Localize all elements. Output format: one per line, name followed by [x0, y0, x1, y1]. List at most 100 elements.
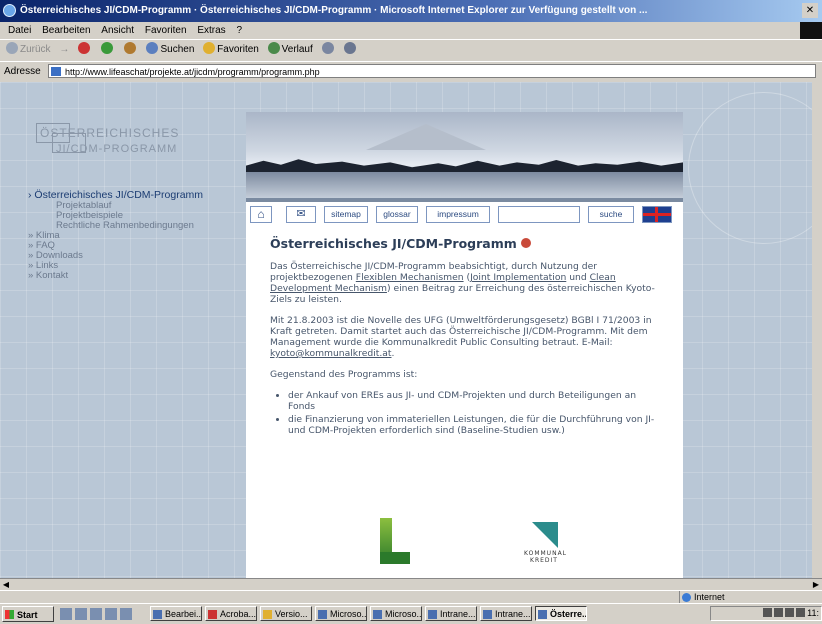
- stop-icon: [78, 42, 91, 54]
- quicklaunch-icon[interactable]: [75, 608, 87, 620]
- forward-button[interactable]: →: [59, 40, 69, 60]
- nav-item-klima[interactable]: » Klima: [28, 231, 248, 241]
- tray-icon[interactable]: [785, 608, 795, 617]
- uk-flag-icon[interactable]: [642, 206, 672, 223]
- vertical-scrollbar[interactable]: [812, 82, 822, 578]
- menu-item-favoriten[interactable]: Favoriten: [145, 25, 187, 36]
- favorites-star-icon: [203, 42, 216, 54]
- quicklaunch-icon[interactable]: [90, 608, 102, 620]
- address-label: Adresse: [4, 66, 41, 77]
- glossar-button[interactable]: glossar: [376, 206, 418, 223]
- start-button[interactable]: Start: [2, 606, 54, 622]
- site-logo[interactable]: ÖSTERREICHISCHES JI/CDM-PROGRAMM: [36, 119, 206, 165]
- refresh-icon: [100, 42, 113, 54]
- address-input[interactable]: http://www.lifeaschat/projekte.at/jicdm/…: [48, 64, 816, 78]
- nav-item-downloads[interactable]: » Downloads: [28, 251, 248, 261]
- stop-button[interactable]: [78, 40, 92, 60]
- ie-icon: [3, 4, 16, 17]
- list-item: die Finanzierung von immateriellen Leist…: [288, 414, 662, 436]
- task-microsoft-2[interactable]: Microso...: [370, 606, 422, 621]
- address-url: http://www.lifeaschat/projekte.at/jicdm/…: [65, 67, 320, 77]
- app-icon: [483, 610, 492, 619]
- back-button[interactable]: Zurück: [6, 40, 51, 60]
- quicklaunch-icon[interactable]: [120, 608, 132, 620]
- quicklaunch-icon[interactable]: [105, 608, 117, 620]
- address-bar: Adresse http://www.lifeaschat/projekte.a…: [0, 61, 822, 82]
- nav-item-programm[interactable]: › Österreichisches JI/CDM-Programm: [28, 190, 248, 201]
- print-icon: [344, 42, 357, 54]
- favorites-button[interactable]: Favoriten: [203, 40, 259, 60]
- background-decoration: [688, 92, 812, 244]
- window-titlebar: Österreichisches JI/CDM-Programm · Öster…: [0, 0, 822, 22]
- print-button[interactable]: [344, 40, 358, 60]
- quicklaunch-icon[interactable]: [60, 608, 72, 620]
- history-button[interactable]: Verlauf: [267, 40, 313, 60]
- search-icon: [146, 42, 159, 54]
- nav-item-rahmenbedingungen[interactable]: Rechtliche Rahmenbedingungen: [28, 221, 248, 231]
- menu-item-datei[interactable]: Datei: [8, 25, 31, 36]
- app-icon: [538, 610, 547, 619]
- banner-image: [246, 112, 683, 198]
- task-intranet-2[interactable]: Intrane...: [480, 606, 532, 621]
- mail-icon[interactable]: ✉: [286, 206, 316, 223]
- history-icon: [267, 42, 280, 54]
- home-icon: [123, 42, 136, 54]
- subject-paragraph: Gegenstand des Programms ist:: [270, 369, 418, 380]
- home-button[interactable]: [123, 40, 138, 60]
- app-icon: [153, 610, 162, 619]
- status-bar: Internet: [0, 590, 822, 604]
- menu-bar: Datei Bearbeiten Ansicht Favoriten Extra…: [0, 22, 822, 39]
- task-microsoft-1[interactable]: Microso...: [315, 606, 367, 621]
- logo-line-1: ÖSTERREICHISCHES: [40, 126, 180, 140]
- menu-item-extras[interactable]: Extras: [197, 25, 225, 36]
- refresh-button[interactable]: [100, 40, 115, 60]
- email-link[interactable]: kyoto@kommunalkredit.at: [270, 348, 392, 359]
- app-icon: [208, 610, 217, 619]
- partner-logos: KOMMUNAL KREDIT: [246, 508, 683, 578]
- intro-paragraph: Das Österreichische JI/CDM-Programm beab…: [270, 261, 655, 305]
- home-icon[interactable]: ⌂: [250, 206, 272, 223]
- link-joint-implementation[interactable]: Joint Implementation: [470, 272, 566, 283]
- task-oesterreich[interactable]: Österre...: [535, 606, 587, 621]
- back-arrow-icon: [6, 42, 18, 54]
- site-toolbar: ⌂ ✉ sitemap glossar impressum suche: [246, 204, 683, 228]
- tray-icon[interactable]: [796, 608, 806, 617]
- nav-item-kontakt[interactable]: » Kontakt: [28, 271, 248, 281]
- kommunalkredit-logo[interactable]: [532, 522, 558, 548]
- page-heading: Österreichisches JI/CDM-Programm: [270, 236, 662, 251]
- logo-line-2: JI/CDM-PROGRAMM: [56, 143, 178, 155]
- page-icon: [51, 67, 61, 76]
- page-viewport: ÖSTERREICHISCHES JI/CDM-PROGRAMM › Öster…: [0, 82, 812, 578]
- impressum-button[interactable]: impressum: [426, 206, 490, 223]
- app-icon: [373, 610, 382, 619]
- window-close-button[interactable]: ✕: [802, 3, 818, 18]
- sitemap-button[interactable]: sitemap: [324, 206, 368, 223]
- content-panel: ⌂ ✉ sitemap glossar impressum suche Öste…: [246, 112, 683, 578]
- mail-button[interactable]: [321, 40, 336, 60]
- app-icon: [263, 610, 272, 619]
- task-version[interactable]: Versio...: [260, 606, 312, 621]
- suche-button[interactable]: suche: [588, 206, 634, 223]
- menu-item-ansicht[interactable]: Ansicht: [101, 25, 134, 36]
- search-input[interactable]: [498, 206, 580, 223]
- site-nav: › Österreichisches JI/CDM-Programm Proje…: [28, 190, 248, 281]
- link-flexible-mechanismen[interactable]: Flexiblen Mechanismen: [356, 272, 464, 283]
- kommunalkredit-logo-text: KOMMUNAL KREDIT: [524, 550, 568, 564]
- ie-throbber-icon: [800, 22, 822, 39]
- menu-item-help[interactable]: ?: [236, 25, 242, 36]
- tray-icon[interactable]: [763, 608, 773, 617]
- clock: 11:: [807, 608, 819, 618]
- task-buttons: Bearbei... Acroba... Versio... Microso... Mi…: [150, 606, 590, 623]
- menu-item-bearbeiten[interactable]: Bearbeiten: [42, 25, 90, 36]
- search-button[interactable]: Suchen: [146, 40, 194, 60]
- system-tray: 11:: [710, 606, 822, 621]
- tray-icon[interactable]: [774, 608, 784, 617]
- app-icon: [428, 610, 437, 619]
- task-intranet-1[interactable]: Intrane...: [425, 606, 477, 621]
- novelle-paragraph: Mit 21.8.2003 ist die Novelle des UFG (U…: [270, 315, 652, 359]
- globe-icon: [682, 593, 691, 602]
- quick-launch: [60, 608, 135, 622]
- task-acrobat[interactable]: Acroba...: [205, 606, 257, 621]
- mail-icon: [321, 42, 334, 54]
- task-bearbeiten[interactable]: Bearbei...: [150, 606, 202, 621]
